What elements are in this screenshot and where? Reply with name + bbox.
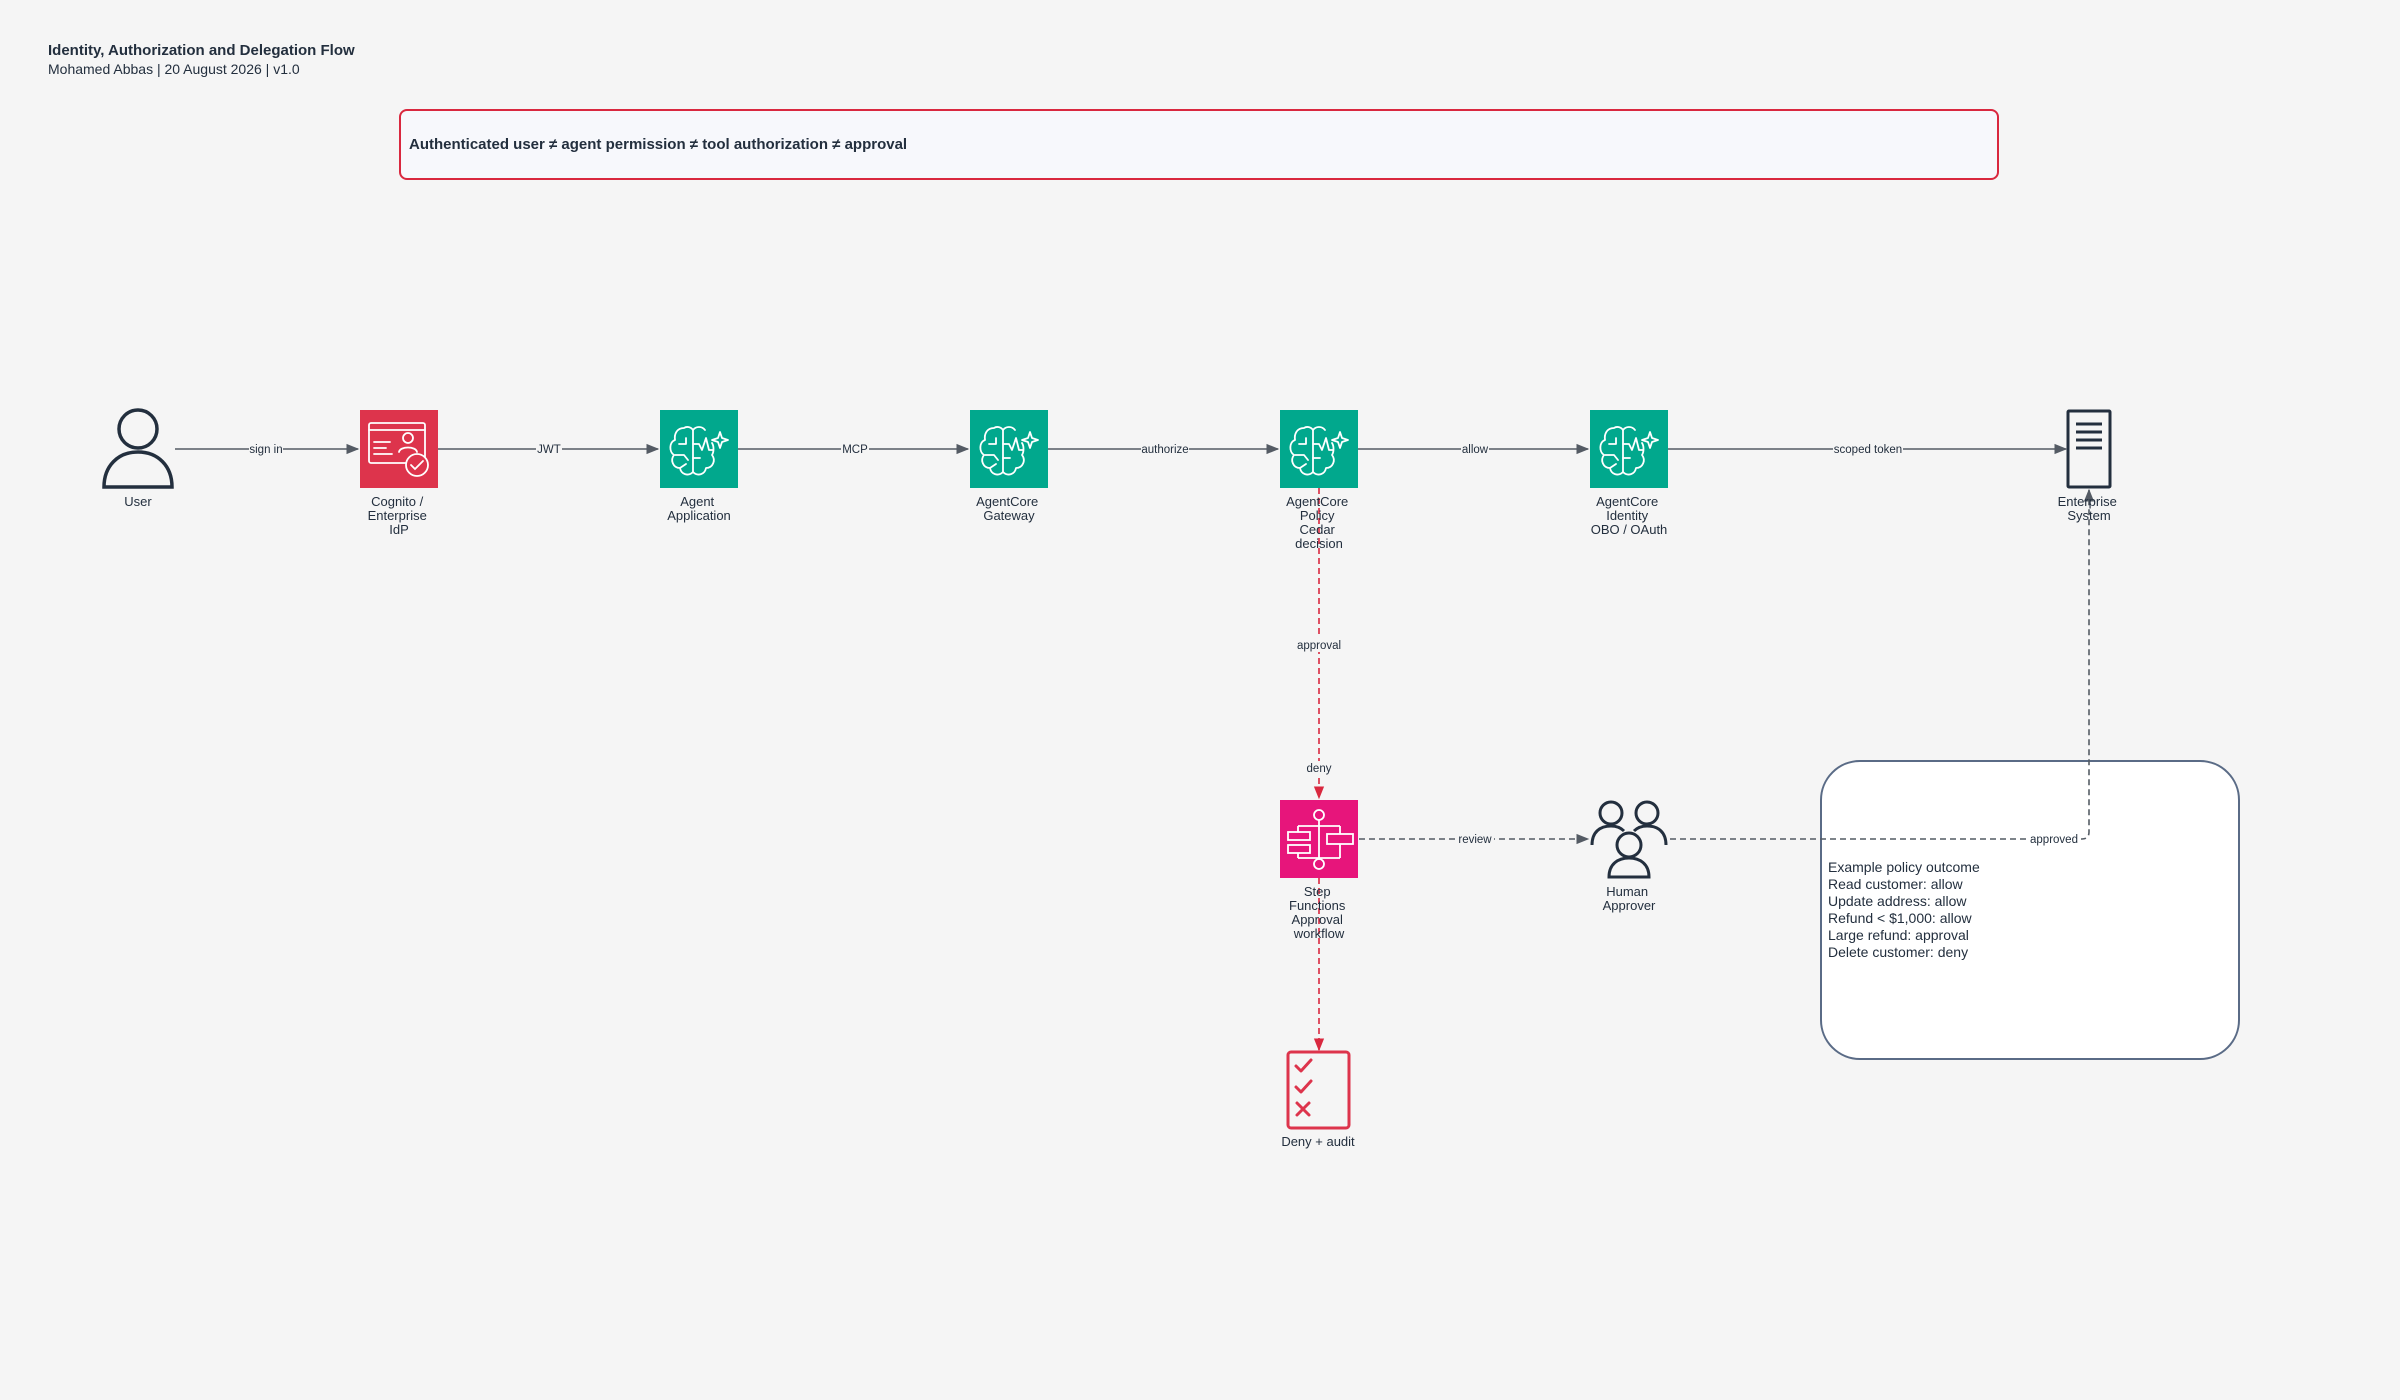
edge-review: review: [1359, 832, 1590, 846]
node-label-user: User: [124, 494, 152, 509]
edge-label-approval: approval: [1297, 640, 1341, 652]
server-document-icon: [2066, 409, 2112, 489]
node-agentcore-identity: AgentCore Identity OBO / OAuth: [1590, 410, 1668, 537]
node-agentcore-gateway: AgentCore Gateway: [970, 410, 1048, 523]
edge-scoped-token: scoped token: [1668, 442, 2068, 456]
node-step-functions: Step Functions Approval workflow: [1280, 800, 1358, 941]
user-icon: [102, 408, 174, 489]
edge-mcp: MCP: [738, 442, 970, 456]
node-label-agentcore-gateway: AgentCore Gateway: [976, 494, 1042, 523]
users-group-icon: [1590, 800, 1668, 879]
edge-label-scoped-token: scoped token: [1834, 444, 1902, 456]
node-label-agent-application: Agent Application: [667, 494, 731, 523]
node-human-approver: Human Approver: [1590, 800, 1668, 913]
node-user: User: [102, 408, 174, 509]
policy-rule: Refund < $1,000: allow: [1828, 910, 1972, 926]
node-label-deny-audit: Deny + audit: [1281, 1134, 1355, 1149]
edge-label-authorize: authorize: [1141, 444, 1188, 456]
flow-diagram: sign in JWT MCP authorize allow scoped t…: [102, 408, 2121, 1149]
edge-label-allow: allow: [1462, 444, 1489, 456]
policy-rule: Delete customer: deny: [1828, 944, 1969, 960]
policy-rule: Read customer: allow: [1828, 876, 1963, 892]
node-agentcore-policy: AgentCore Policy Cedar decision: [1280, 410, 1358, 551]
node-cognito: Cognito / Enterprise IdP: [360, 410, 438, 537]
node-label-enterprise-system: Enterprise System: [2058, 494, 2121, 523]
node-agent-application: Agent Application: [660, 410, 738, 523]
edge-label-deny: deny: [1307, 763, 1332, 775]
edge-jwt: JWT: [438, 442, 660, 456]
policy-outcome-title: Example policy outcome: [1828, 859, 1980, 875]
edge-sign-in: sign in: [175, 442, 360, 456]
policy-outcome-text: Example policy outcome Read customer: al…: [1828, 859, 1980, 961]
edge-label-sign-in: sign in: [249, 444, 282, 456]
node-label-step-functions: Step Functions Approval workflow: [1289, 884, 1349, 941]
node-label-agentcore-policy: AgentCore Policy Cedar decision: [1286, 494, 1352, 551]
edge-approved: approved: [1670, 488, 2095, 846]
edge-label-mcp: MCP: [842, 444, 868, 456]
edge-allow: allow: [1358, 442, 1590, 456]
edge-label-review: review: [1458, 834, 1492, 846]
node-deny-audit: Deny + audit: [1281, 1050, 1355, 1149]
edge-label-jwt: JWT: [537, 444, 561, 456]
policy-rule: Update address: allow: [1828, 893, 1967, 909]
node-enterprise-system: Enterprise System: [2058, 409, 2121, 523]
policy-rule: Large refund: approval: [1828, 927, 1969, 943]
edge-label-approved: approved: [2030, 834, 2078, 846]
edge-authorize: authorize: [1048, 442, 1280, 456]
node-label-cognito: Cognito / Enterprise IdP: [368, 494, 431, 537]
checklist-icon: [1286, 1050, 1351, 1130]
node-label-agentcore-identity: AgentCore Identity OBO / OAuth: [1591, 494, 1668, 537]
node-label-human-approver: Human Approver: [1603, 884, 1656, 913]
